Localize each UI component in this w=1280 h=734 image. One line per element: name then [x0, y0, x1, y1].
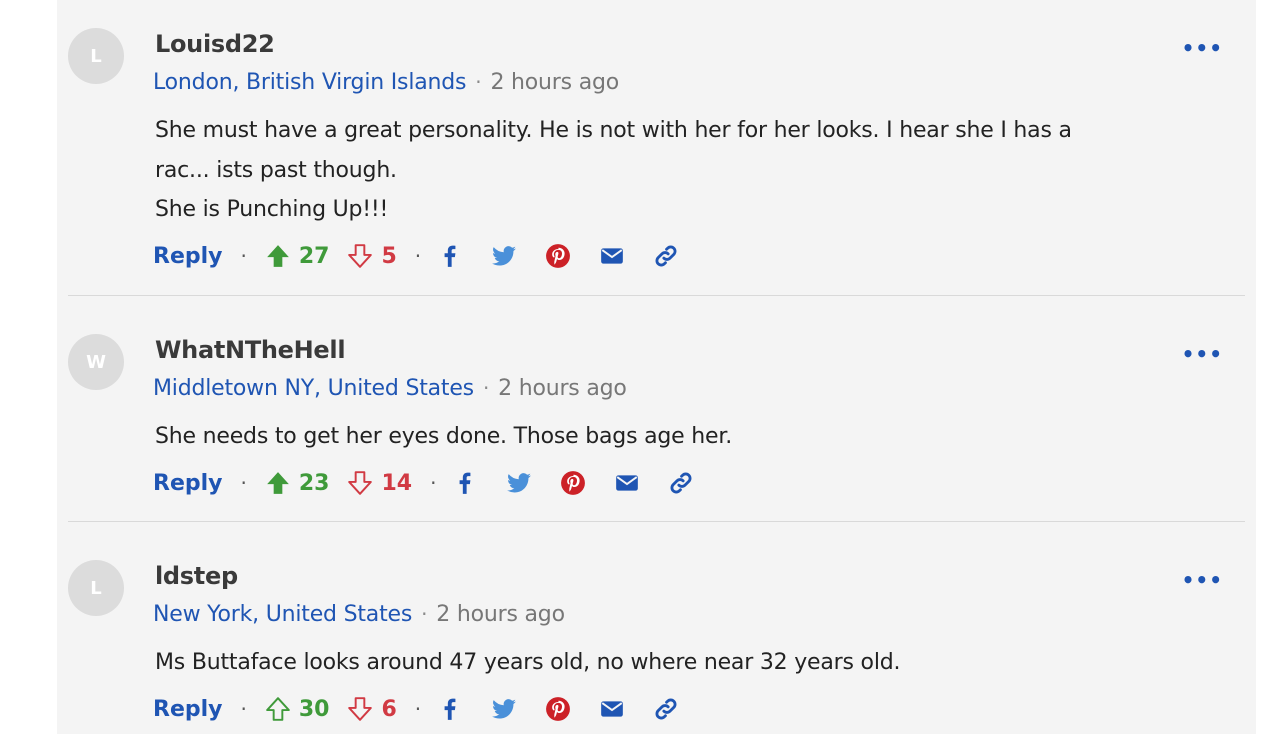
action-separator: ·	[240, 471, 247, 495]
reply-button[interactable]: Reply	[153, 697, 223, 722]
more-options-icon[interactable]: •••	[1182, 568, 1223, 592]
arrow-up-filled-icon	[267, 472, 289, 494]
meta-separator: ·	[482, 376, 490, 400]
comment-text-line: Ms Buttaface looks around 47 years old, …	[155, 650, 901, 675]
comment-body: Ms Buttaface looks around 47 years old, …	[155, 643, 1225, 683]
copy-link-button[interactable]	[651, 694, 681, 724]
action-separator: ·	[414, 244, 422, 268]
link-icon	[655, 245, 677, 267]
upvote-button[interactable]: 30	[265, 696, 330, 722]
action-separator: ·	[240, 244, 247, 268]
comment-username[interactable]: Louisd22	[155, 30, 275, 58]
share-pinterest-button[interactable]	[543, 694, 573, 724]
upvote-count: 30	[298, 696, 330, 722]
pinterest-icon	[546, 697, 571, 721]
comment-username[interactable]: ldstep	[155, 562, 238, 590]
comment-body: She needs to get her eyes done. Those ba…	[155, 417, 1225, 457]
share-email-button[interactable]	[612, 468, 642, 498]
pinterest-icon	[546, 244, 571, 268]
comment-location[interactable]: Middletown NY, United States	[153, 376, 474, 401]
email-icon	[601, 701, 623, 717]
pinterest-icon	[561, 471, 586, 495]
copy-link-button[interactable]	[651, 241, 681, 271]
comment-text-line: She must have a great personality. He is…	[155, 118, 1072, 143]
comment-meta: Middletown NY, United States · 2 hours ago	[153, 376, 627, 401]
meta-separator: ·	[421, 602, 428, 626]
upvote-button[interactable]: 23	[265, 470, 330, 496]
avatar[interactable]: W	[68, 334, 124, 390]
comment-timestamp: 2 hours ago	[490, 70, 619, 95]
link-icon	[655, 698, 677, 720]
comment-actions: Reply · 23 14 ·	[153, 467, 720, 499]
comment-meta: New York, United States · 2 hours ago	[153, 602, 565, 627]
downvote-button[interactable]: 5	[347, 243, 397, 269]
reply-button[interactable]: Reply	[153, 244, 223, 269]
comment-location[interactable]: London, British Virgin Islands	[153, 70, 466, 95]
twitter-icon	[492, 246, 517, 266]
downvote-button[interactable]: 6	[347, 696, 397, 722]
comment-actions: Reply · 30 6 ·	[153, 693, 705, 725]
arrow-up-outline-icon	[266, 697, 290, 721]
downvote-count: 5	[381, 243, 397, 269]
twitter-icon	[507, 473, 532, 493]
upvote-count: 27	[298, 243, 330, 269]
avatar[interactable]: L	[68, 560, 124, 616]
upvote-button[interactable]: 27	[265, 243, 330, 269]
comment-timestamp: 2 hours ago	[498, 376, 627, 401]
comment-text-line: She is Punching Up!!!	[155, 197, 389, 222]
facebook-icon	[444, 245, 456, 267]
share-facebook-button[interactable]	[450, 468, 480, 498]
share-twitter-button[interactable]	[504, 468, 534, 498]
comment-actions: Reply · 27 5 ·	[153, 240, 705, 272]
comment-text-line: She needs to get her eyes done. Those ba…	[155, 424, 732, 449]
comment-divider	[68, 295, 1245, 296]
share-twitter-button[interactable]	[489, 241, 519, 271]
share-email-button[interactable]	[597, 694, 627, 724]
arrow-down-outline-icon	[348, 471, 373, 495]
share-pinterest-button[interactable]	[558, 468, 588, 498]
email-icon	[601, 248, 623, 264]
action-separator: ·	[414, 697, 422, 721]
downvote-button[interactable]: 14	[347, 470, 412, 496]
comment-divider	[68, 521, 1245, 522]
facebook-icon	[460, 472, 471, 494]
comment-timestamp: 2 hours ago	[436, 602, 565, 627]
action-separator: ·	[430, 471, 437, 495]
comment-body: She must have a great personality. He is…	[155, 111, 1225, 230]
arrow-up-filled-icon	[267, 245, 289, 267]
facebook-icon	[444, 698, 456, 720]
share-facebook-button[interactable]	[435, 241, 465, 271]
comments-panel: L Louisd22 ••• London, British Virgin Is…	[57, 0, 1256, 734]
comment-text-line: rac... ists past though.	[155, 157, 397, 183]
arrow-down-outline-icon	[348, 697, 373, 721]
arrow-down-outline-icon	[348, 244, 373, 268]
action-separator: ·	[240, 697, 247, 721]
meta-separator: ·	[475, 70, 482, 94]
share-twitter-button[interactable]	[489, 694, 519, 724]
comment-meta: London, British Virgin Islands · 2 hours a…	[153, 70, 619, 95]
link-icon	[671, 472, 692, 494]
share-facebook-button[interactable]	[435, 694, 465, 724]
avatar[interactable]: L	[68, 28, 124, 84]
downvote-count: 14	[381, 470, 413, 496]
more-options-icon[interactable]: •••	[1182, 342, 1223, 366]
share-pinterest-button[interactable]	[543, 241, 573, 271]
share-email-button[interactable]	[597, 241, 627, 271]
email-icon	[616, 475, 639, 491]
twitter-icon	[492, 699, 517, 719]
copy-link-button[interactable]	[666, 468, 696, 498]
reply-button[interactable]: Reply	[153, 471, 223, 496]
comment-location[interactable]: New York, United States	[153, 602, 412, 627]
downvote-count: 6	[381, 696, 397, 722]
comment-username[interactable]: WhatNTheHell	[155, 336, 346, 364]
more-options-icon[interactable]: •••	[1182, 36, 1223, 60]
upvote-count: 23	[298, 470, 330, 496]
